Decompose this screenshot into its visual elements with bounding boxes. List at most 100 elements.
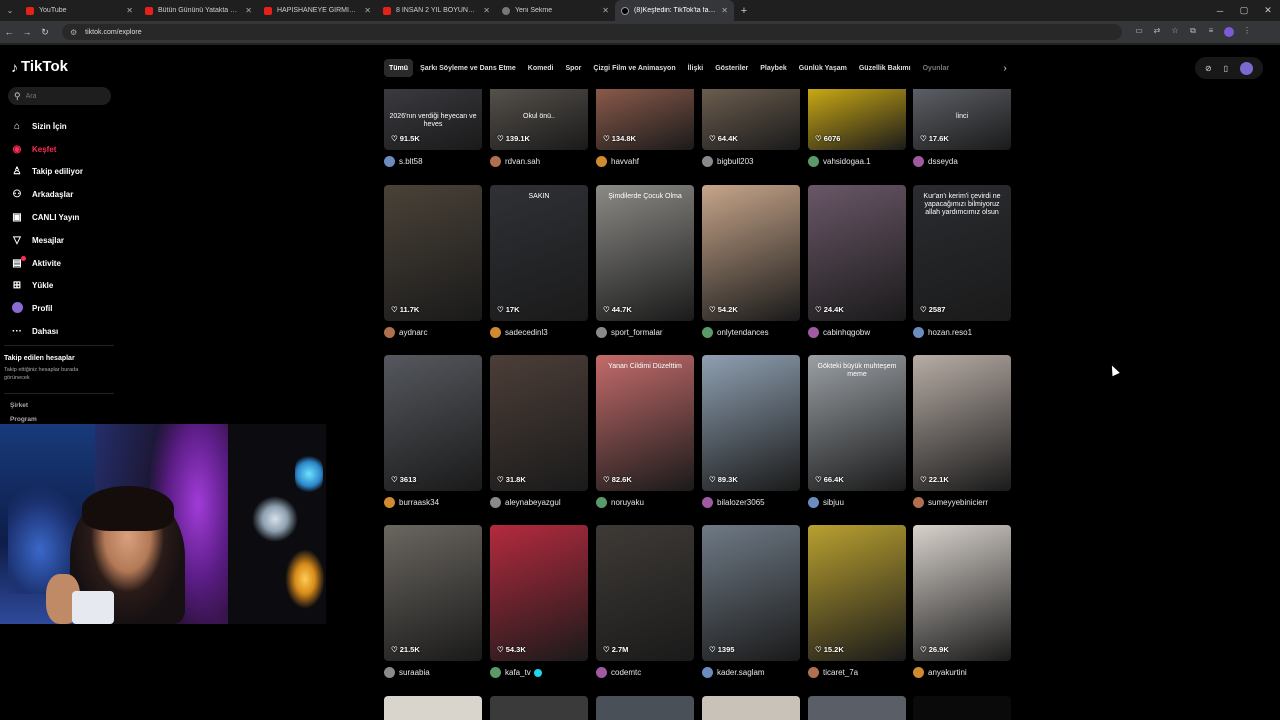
author-username[interactable]: vahsidogaa.1 <box>823 157 871 166</box>
video-thumbnail[interactable] <box>384 185 482 321</box>
video-thumbnail[interactable] <box>490 525 588 661</box>
footer-link-company[interactable]: Şirket <box>10 402 28 409</box>
user-avatar[interactable] <box>1239 61 1253 75</box>
author-username[interactable]: bigbull203 <box>717 157 753 166</box>
video-thumbnail[interactable] <box>808 185 906 321</box>
author-username[interactable]: aleynabeyazgul <box>505 498 561 507</box>
author-avatar[interactable] <box>913 497 924 508</box>
author-avatar[interactable] <box>913 667 924 678</box>
sidebar-item-home[interactable]: ⌂ Sizin İçin <box>10 115 83 138</box>
video-thumbnail[interactable] <box>596 525 694 661</box>
video-thumbnail[interactable] <box>702 525 800 661</box>
author-username[interactable]: kafa_tv <box>505 668 531 677</box>
author-avatar[interactable] <box>596 327 607 338</box>
video-author[interactable]: ticaret_7a <box>808 667 858 678</box>
video-thumbnail[interactable] <box>913 696 1011 720</box>
author-username[interactable]: aydnarc <box>399 328 427 337</box>
category-chip[interactable]: Oyunlar <box>918 59 954 77</box>
author-avatar[interactable] <box>913 156 924 167</box>
author-username[interactable]: noruyaku <box>611 498 644 507</box>
sidebar-item-friends[interactable]: ⚇ Arkadaşlar <box>10 183 83 206</box>
category-chip[interactable]: Komedi <box>523 59 559 77</box>
video-thumbnail[interactable] <box>490 355 588 491</box>
translate-icon[interactable]: ⇄ <box>1150 26 1164 39</box>
video-thumbnail[interactable] <box>808 696 906 720</box>
video-author[interactable]: aleynabeyazgul <box>490 497 561 508</box>
video-thumbnail[interactable] <box>596 696 694 720</box>
category-chip[interactable]: Günlük Yaşam <box>794 59 852 77</box>
video-thumbnail[interactable] <box>702 185 800 321</box>
author-avatar[interactable] <box>596 667 607 678</box>
category-chip[interactable]: Playbek <box>755 59 791 77</box>
category-chip[interactable]: Spor <box>560 59 586 77</box>
category-chip[interactable]: Şarkı Söyleme ve Dans Etme <box>415 59 521 77</box>
sidebar-item-live[interactable]: ▣ CANLI Yayın <box>10 206 83 229</box>
video-author[interactable]: anyakurtini <box>913 667 967 678</box>
author-username[interactable]: onlytendances <box>717 328 769 337</box>
author-username[interactable]: rdvan.sah <box>505 157 540 166</box>
video-author[interactable]: sibjuu <box>808 497 844 508</box>
video-author[interactable]: burraask34 <box>384 497 439 508</box>
maximize-icon[interactable]: ▢ <box>1232 0 1256 21</box>
close-tab-icon[interactable]: ✕ <box>602 6 609 15</box>
sidebar-item-compass[interactable]: ◉ Keşfet <box>10 138 83 161</box>
author-avatar[interactable] <box>384 667 395 678</box>
forward-icon[interactable]: → <box>18 27 36 37</box>
extensions-icon[interactable]: ⧉ <box>1186 26 1200 39</box>
video-author[interactable]: cabinhqgobw <box>808 327 870 338</box>
back-icon[interactable]: ← <box>0 27 18 37</box>
search-input[interactable] <box>25 92 96 100</box>
video-thumbnail[interactable] <box>913 355 1011 491</box>
video-thumbnail[interactable]: Şimdilerde Çocuk Olma <box>596 185 694 321</box>
new-tab-button[interactable]: + <box>734 5 754 17</box>
video-thumbnail[interactable] <box>384 355 482 491</box>
tiktok-logo[interactable]: ♪ TikTok <box>11 58 68 75</box>
video-thumbnail[interactable] <box>384 525 482 661</box>
author-avatar[interactable] <box>913 327 924 338</box>
author-avatar[interactable] <box>490 667 501 678</box>
video-thumbnail[interactable]: Kur'an'ı kerim'i çevirdi ne yapacağımızı… <box>913 185 1011 321</box>
video-author[interactable]: havvahf <box>596 156 639 167</box>
author-username[interactable]: ticaret_7a <box>823 668 858 677</box>
video-thumbnail[interactable]: Yanan Cildimi Düzelttim <box>596 355 694 491</box>
author-avatar[interactable] <box>808 667 819 678</box>
category-next-icon[interactable]: › <box>998 59 1012 77</box>
sidebar-item-profile[interactable]: Profil <box>10 297 83 320</box>
site-info-icon[interactable]: ⚙ <box>70 28 77 37</box>
author-avatar[interactable] <box>702 667 713 678</box>
author-avatar[interactable] <box>808 497 819 508</box>
author-username[interactable]: sport_formalar <box>611 328 663 337</box>
browser-tab[interactable]: 8 İNSAN 2 YIL BOYUNCA BİR K ✕ <box>377 0 496 21</box>
footer-link-program[interactable]: Program <box>10 416 37 423</box>
author-avatar[interactable] <box>490 327 501 338</box>
video-author[interactable]: rdvan.sah <box>490 156 540 167</box>
video-author[interactable]: s.blt58 <box>384 156 423 167</box>
video-author[interactable]: sadecedinl3 <box>490 327 548 338</box>
video-author[interactable]: aydnarc <box>384 327 427 338</box>
category-chip[interactable]: Çizgi Film ve Animasyon <box>588 59 680 77</box>
sidebar-item-upload[interactable]: ⊞ Yükle <box>10 275 83 298</box>
close-tab-icon[interactable]: ✕ <box>245 6 252 15</box>
video-thumbnail[interactable] <box>913 525 1011 661</box>
category-chip[interactable]: Gösteriler <box>710 59 753 77</box>
browser-tab[interactable]: Bütün Gününü Yatakta Geçiriyo ✕ <box>139 0 258 21</box>
author-avatar[interactable] <box>490 497 501 508</box>
minimize-icon[interactable]: ─ <box>1208 0 1232 21</box>
video-author[interactable]: dsseyda <box>913 156 958 167</box>
video-author[interactable]: hozan.reso1 <box>913 327 972 338</box>
close-tab-icon[interactable]: ✕ <box>364 6 371 15</box>
compass-small-icon[interactable]: ⊘ <box>1205 64 1212 73</box>
close-tab-icon[interactable]: ✕ <box>483 6 490 15</box>
author-avatar[interactable] <box>808 327 819 338</box>
video-author[interactable]: kafa_tv <box>490 667 542 678</box>
video-author[interactable]: kader.saglam <box>702 667 765 678</box>
video-author[interactable]: onlytendances <box>702 327 769 338</box>
author-username[interactable]: hozan.reso1 <box>928 328 972 337</box>
category-chip[interactable]: İlişki <box>683 59 709 77</box>
author-avatar[interactable] <box>384 497 395 508</box>
author-username[interactable]: dsseyda <box>928 157 958 166</box>
tab-search-icon[interactable]: ⌄ <box>0 0 20 21</box>
author-avatar[interactable] <box>702 327 713 338</box>
profile-avatar-icon[interactable] <box>1222 26 1236 39</box>
author-username[interactable]: havvahf <box>611 157 639 166</box>
